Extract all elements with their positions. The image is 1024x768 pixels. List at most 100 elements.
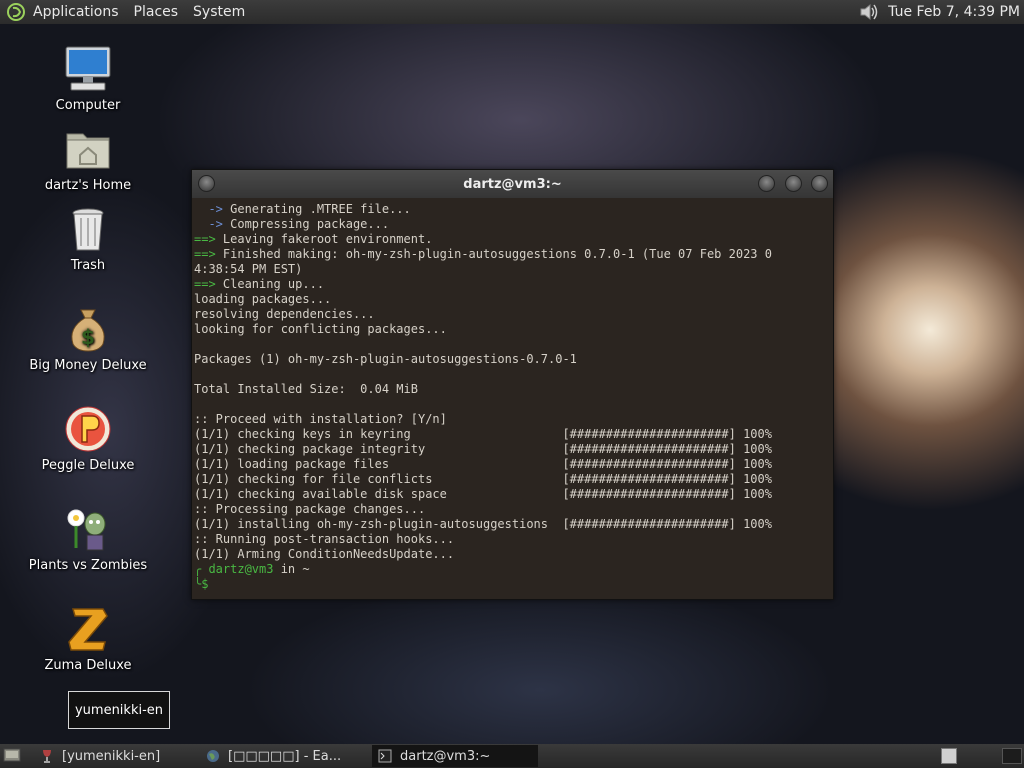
desktop-icon-big-money[interactable]: $ Big Money Deluxe bbox=[18, 304, 158, 373]
line-text: Packages (1) oh-my-zsh-plugin-autosugges… bbox=[194, 352, 577, 366]
menu-places[interactable]: Places bbox=[134, 4, 179, 20]
prompt-dir: ~ bbox=[302, 562, 310, 576]
menu-system[interactable]: System bbox=[193, 4, 245, 20]
terminal-window[interactable]: dartz@vm3:~ -> Generating .MTREE file...… bbox=[191, 169, 834, 600]
line-text: (1/1) Arming ConditionNeedsUpdate... bbox=[194, 547, 455, 561]
desktop-icon-zuma[interactable]: Zuma Deluxe bbox=[18, 604, 158, 673]
bottom-taskbar: [yumenikki-en] [□□□□□] - Ea... dartz@vm3… bbox=[0, 744, 1024, 768]
workspace-switcher[interactable] bbox=[1002, 748, 1022, 764]
line-text: :: Proceed with installation? [Y/n] bbox=[194, 412, 447, 426]
desktop-icon-trash[interactable]: Trash bbox=[18, 204, 158, 273]
terminal-output[interactable]: -> Generating .MTREE file... -> Compress… bbox=[192, 198, 833, 592]
prompt-corner: ╭ bbox=[194, 562, 209, 576]
terminal-line: (1/1) checking package integrity [######… bbox=[194, 442, 831, 457]
task-terminal[interactable]: dartz@vm3:~ bbox=[372, 745, 538, 767]
desktop-icon-pvz[interactable]: Plants vs Zombies bbox=[18, 504, 158, 573]
task-yumenikki[interactable]: [yumenikki-en] bbox=[34, 745, 194, 767]
line-text: Generating .MTREE file... bbox=[230, 202, 411, 216]
line-text: 4:38:54 PM EST) bbox=[194, 262, 303, 276]
desktop-icon-label: Computer bbox=[55, 98, 121, 113]
minimize-button[interactable] bbox=[758, 175, 775, 192]
desktop-icon-label: Trash bbox=[70, 258, 106, 273]
line-text: loading packages... bbox=[194, 292, 332, 306]
terminal-line: Packages (1) oh-my-zsh-plugin-autosugges… bbox=[194, 352, 831, 367]
task-label: dartz@vm3:~ bbox=[400, 748, 491, 764]
desktop-icon-label: Big Money Deluxe bbox=[29, 358, 147, 373]
earth-icon bbox=[207, 750, 219, 762]
line-text: :: Running post-transaction hooks... bbox=[194, 532, 455, 546]
zuma-icon bbox=[68, 608, 108, 651]
desktop-icon-peggle[interactable]: Peggle Deluxe bbox=[18, 404, 158, 473]
line-prefix: -> bbox=[194, 217, 231, 231]
terminal-line: (1/1) Arming ConditionNeedsUpdate... bbox=[194, 547, 831, 562]
show-desktop-icon[interactable] bbox=[3, 747, 21, 763]
terminal-line: ==> Finished making: oh-my-zsh-plugin-au… bbox=[194, 247, 831, 262]
line-prefix: ==> bbox=[194, 232, 223, 246]
terminal-titlebar[interactable]: dartz@vm3:~ bbox=[192, 170, 833, 198]
terminal-line: (1/1) checking available disk space [###… bbox=[194, 487, 831, 502]
terminal-icon bbox=[378, 749, 392, 763]
maximize-button[interactable] bbox=[785, 175, 802, 192]
line-text: Cleaning up... bbox=[222, 277, 325, 291]
line-text: (1/1) installing oh-my-zsh-plugin-autosu… bbox=[194, 517, 772, 531]
terminal-line: loading packages... bbox=[194, 292, 831, 307]
line-text: (1/1) loading package files [###########… bbox=[194, 457, 772, 471]
computer-icon bbox=[65, 46, 111, 91]
terminal-line: resolving dependencies... bbox=[194, 307, 831, 322]
workspace-icon[interactable] bbox=[941, 748, 957, 764]
plants-vs-zombies-icon bbox=[67, 509, 106, 551]
line-text: (1/1) checking for file conflicts [#####… bbox=[194, 472, 772, 486]
wine-icon bbox=[43, 750, 51, 763]
terminal-line: :: Running post-transaction hooks... bbox=[194, 532, 831, 547]
top-panel: Applications Places System Tue Feb 7, 4:… bbox=[0, 0, 1024, 24]
task-earth[interactable]: [□□□□□] - Ea... bbox=[200, 745, 368, 767]
terminal-line: (1/1) checking keys in keyring [########… bbox=[194, 427, 831, 442]
desktop-item-yumenikki[interactable]: yumenikki-en bbox=[68, 691, 170, 729]
desktop-icon-label: Plants vs Zombies bbox=[28, 558, 148, 573]
terminal-line: looking for conflicting packages... bbox=[194, 322, 831, 337]
prompt-user: dartz@vm3 bbox=[208, 562, 274, 576]
line-text: (1/1) checking package integrity [######… bbox=[194, 442, 772, 456]
terminal-line: :: Processing package changes... bbox=[194, 502, 831, 517]
money-bag-icon: $ bbox=[71, 309, 105, 352]
desktop-icon-home[interactable]: dartz's Home bbox=[18, 124, 158, 193]
terminal-line: -> Generating .MTREE file... bbox=[194, 202, 831, 217]
desktop-icon-label: Zuma Deluxe bbox=[44, 658, 132, 673]
prompt-symbol: $ bbox=[201, 577, 209, 591]
line-text: Total Installed Size: 0.04 MiB bbox=[194, 382, 418, 396]
desktop-icon-label: dartz's Home bbox=[44, 178, 132, 193]
line-text: looking for conflicting packages... bbox=[194, 322, 447, 336]
svg-text:$: $ bbox=[81, 325, 95, 349]
close-button[interactable] bbox=[811, 175, 828, 192]
desktop-icon-computer[interactable]: Computer bbox=[18, 44, 158, 113]
task-label: [yumenikki-en] bbox=[62, 748, 161, 764]
menu-applications[interactable]: Applications bbox=[33, 4, 119, 20]
gnome-foot-icon[interactable] bbox=[7, 3, 25, 21]
terminal-line: (1/1) installing oh-my-zsh-plugin-autosu… bbox=[194, 517, 831, 532]
prompt-input-line[interactable]: ╰$ bbox=[194, 577, 831, 592]
terminal-line: :: Proceed with installation? [Y/n] bbox=[194, 412, 831, 427]
home-folder-icon bbox=[66, 133, 110, 169]
task-label: [□□□□□] - Ea... bbox=[228, 748, 342, 764]
prompt-in: in bbox=[273, 562, 303, 576]
terminal-line: (1/1) checking for file conflicts [#####… bbox=[194, 472, 831, 487]
line-text: resolving dependencies... bbox=[194, 307, 375, 321]
speaker-icon[interactable] bbox=[858, 2, 880, 22]
terminal-line: (1/1) loading package files [###########… bbox=[194, 457, 831, 472]
terminal-title: dartz@vm3:~ bbox=[463, 176, 562, 192]
line-text: (1/1) checking available disk space [###… bbox=[194, 487, 772, 501]
clock[interactable]: Tue Feb 7, 4:39 PM bbox=[888, 4, 1020, 20]
peggle-icon bbox=[65, 406, 111, 452]
terminal-line: ==> Cleaning up... bbox=[194, 277, 831, 292]
desktop-icon-label: Peggle Deluxe bbox=[41, 458, 135, 473]
line-prefix: ==> bbox=[194, 277, 223, 291]
prompt-line: ╭ dartz@vm3 in ~ bbox=[194, 562, 831, 577]
line-text: (1/1) checking keys in keyring [########… bbox=[194, 427, 772, 441]
terminal-line: 4:38:54 PM EST) bbox=[194, 262, 831, 277]
terminal-line: Total Installed Size: 0.04 MiB bbox=[194, 382, 831, 397]
line-text: Compressing package... bbox=[230, 217, 390, 231]
line-prefix: ==> bbox=[194, 247, 223, 261]
